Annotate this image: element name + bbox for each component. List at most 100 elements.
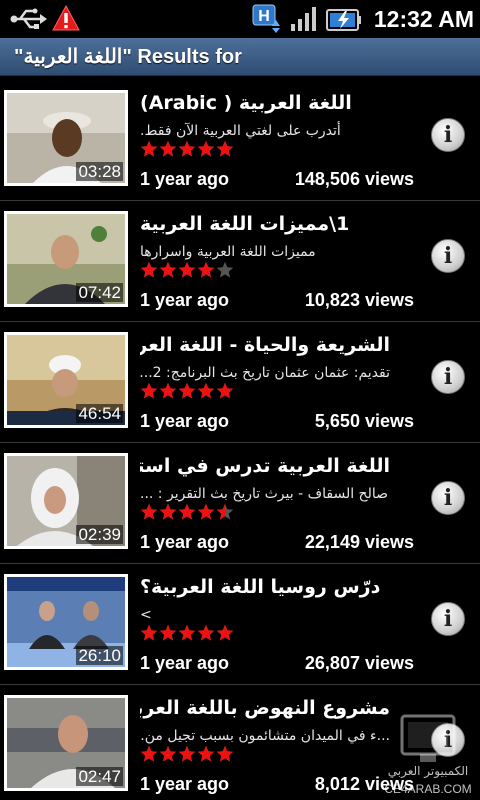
video-thumbnail[interactable]: 02:47: [4, 695, 128, 791]
video-title: 1\مميزات اللغة العربية: [140, 213, 350, 235]
upload-age: 1 year ago: [140, 290, 230, 310]
video-duration: 02:39: [76, 525, 123, 544]
star-filled-icon: [140, 261, 159, 280]
info-icon: i: [443, 243, 453, 269]
video-duration: 07:42: [76, 283, 123, 302]
video-title: اللغة العربية ( Arabic): [140, 92, 352, 114]
star-filled-icon: [216, 382, 235, 401]
star-filled-icon: [140, 140, 159, 159]
watermark-arabic-text: الكمبيوتر العربي: [387, 764, 469, 778]
star-filled-icon: [140, 624, 159, 643]
rating-stars: [140, 503, 235, 523]
star-filled-icon: [159, 382, 178, 401]
star-filled-icon: [159, 624, 178, 643]
rating-stars: [140, 261, 235, 281]
warning-icon: [52, 5, 80, 31]
rating-stars: [140, 745, 235, 765]
star-filled-icon: [197, 503, 216, 522]
rating-stars: [140, 382, 235, 402]
list-item[interactable]: 46:54 الشريعة والحياة - اللغة العربية ..…: [0, 322, 480, 443]
star-filled-icon: [216, 624, 235, 643]
video-description: مميزات اللغة العربية واسرارها: [140, 244, 316, 260]
star-filled-icon: [178, 382, 197, 401]
title-bar: Results for "اللغة العربية": [0, 38, 480, 76]
video-thumbnail[interactable]: 03:28: [4, 90, 128, 186]
star-filled-icon: [178, 261, 197, 280]
list-item[interactable]: 26:10 درّس روسيا اللغة العربية؟ > 1 year…: [0, 564, 480, 685]
info-button[interactable]: i: [431, 602, 465, 636]
info-button[interactable]: i: [431, 481, 465, 515]
star-filled-icon: [178, 503, 197, 522]
site-watermark: الكمبيوتر العربي CE4ARAB.COM: [376, 712, 480, 800]
status-bar: H 12:32 AM: [0, 0, 480, 38]
video-description: أتدرب على لغتي العربية الآن فقط.: [140, 123, 341, 139]
info-button[interactable]: i: [431, 239, 465, 273]
view-count: 22,149 views: [304, 532, 414, 552]
star-empty-icon: [216, 261, 235, 280]
view-count: 26,807 views: [304, 653, 414, 673]
star-filled-icon: [178, 140, 197, 159]
list-item[interactable]: 07:42 1\مميزات اللغة العربية مميزات اللغ…: [0, 201, 480, 322]
video-description: تقديم: عثمان عثمان تاريخ بث البرنامج: 2.…: [140, 365, 390, 381]
view-count: 5,650 views: [314, 411, 414, 431]
video-description: صالح السقاف - بيرث تاريخ بث التقرير : ..…: [140, 486, 389, 502]
info-icon: i: [443, 606, 453, 632]
video-thumbnail[interactable]: 02:39: [4, 453, 128, 549]
network-type-label: H: [258, 8, 270, 25]
video-description: ...ء في الميدان متشائمون بسبب تجيل من...: [140, 728, 390, 744]
list-item[interactable]: 03:28 اللغة العربية ( Arabic) أتدرب على …: [0, 80, 480, 201]
watermark-logo-icon: [400, 714, 456, 762]
info-button[interactable]: i: [431, 360, 465, 394]
signal-icon: [291, 7, 316, 31]
rating-stars: [140, 624, 235, 644]
info-icon: i: [443, 364, 453, 390]
video-duration: 03:28: [76, 162, 123, 181]
upload-age: 1 year ago: [140, 169, 230, 189]
rating-stars: [140, 140, 235, 160]
video-title: مشروع النهوض باللغة العربية: [140, 697, 390, 719]
video-description: >: [140, 607, 152, 623]
star-filled-icon: [159, 745, 178, 764]
page-title: Results for "اللغة العربية": [14, 46, 242, 68]
star-filled-icon: [159, 140, 178, 159]
star-filled-icon: [197, 382, 216, 401]
star-filled-icon: [197, 624, 216, 643]
star-half-icon: [216, 503, 235, 522]
star-filled-icon: [197, 261, 216, 280]
star-filled-icon: [178, 745, 197, 764]
video-thumbnail[interactable]: 07:42: [4, 211, 128, 307]
upload-age: 1 year ago: [140, 532, 230, 552]
star-filled-icon: [140, 382, 159, 401]
clock: 12:32 AM: [373, 6, 474, 32]
hsdpa-icon: H: [252, 4, 280, 33]
view-count: 148,506 views: [294, 169, 414, 189]
video-thumbnail[interactable]: 46:54: [4, 332, 128, 428]
video-duration: 46:54: [76, 404, 123, 423]
video-title: اللغة العربية تدرس في استراليا: [140, 455, 390, 477]
star-filled-icon: [197, 140, 216, 159]
star-filled-icon: [140, 503, 159, 522]
video-duration: 02:47: [76, 767, 123, 786]
upload-age: 1 year ago: [140, 411, 230, 431]
usb-icon: [10, 8, 47, 29]
star-filled-icon: [178, 624, 197, 643]
star-filled-icon: [216, 745, 235, 764]
info-button[interactable]: i: [431, 118, 465, 152]
info-icon: i: [443, 122, 453, 148]
star-filled-icon: [216, 140, 235, 159]
watermark-site-text: CE4ARAB.COM: [384, 782, 472, 796]
star-filled-icon: [197, 745, 216, 764]
video-duration: 26:10: [76, 646, 123, 665]
star-filled-icon: [159, 261, 178, 280]
info-icon: i: [443, 485, 453, 511]
star-filled-icon: [159, 503, 178, 522]
battery-icon: [326, 9, 361, 31]
video-title: الشريعة والحياة - اللغة العربية ...: [140, 334, 390, 356]
upload-age: 1 year ago: [140, 774, 230, 794]
results-list: 03:28 اللغة العربية ( Arabic) أتدرب على …: [0, 80, 480, 800]
list-item[interactable]: 02:39 اللغة العربية تدرس في استراليا صال…: [0, 443, 480, 564]
star-filled-icon: [140, 745, 159, 764]
video-title: درّس روسيا اللغة العربية؟: [140, 576, 381, 598]
view-count: 10,823 views: [304, 290, 414, 310]
video-thumbnail[interactable]: 26:10: [4, 574, 128, 670]
